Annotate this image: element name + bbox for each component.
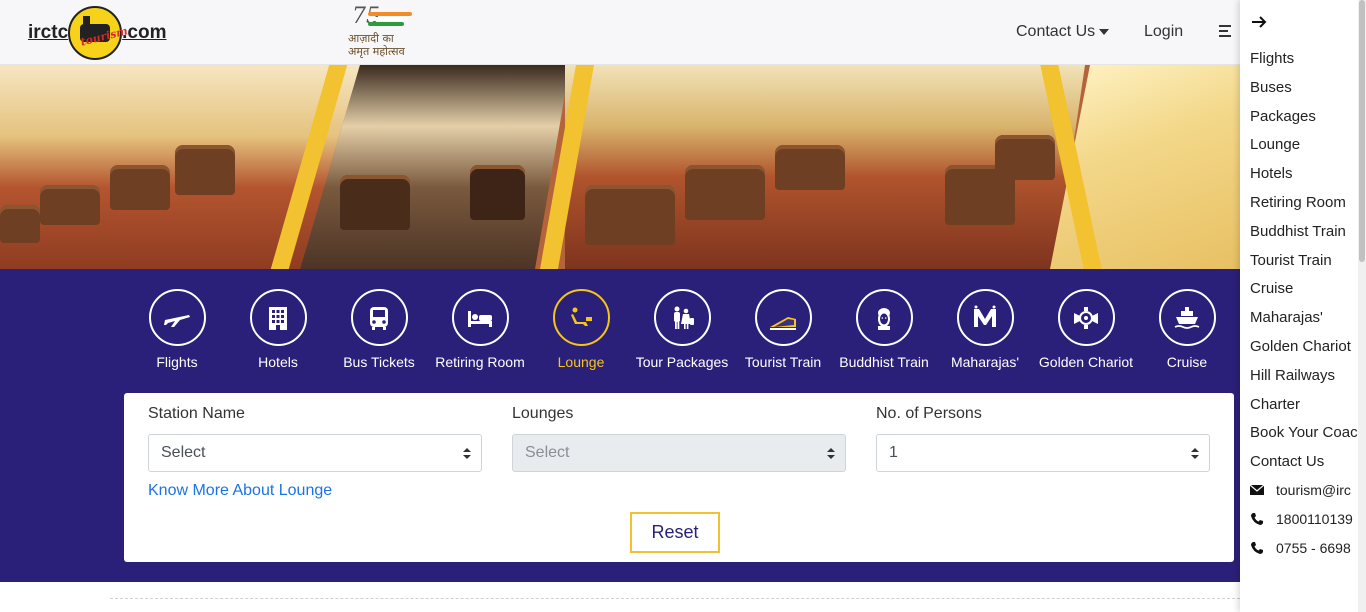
reset-button[interactable]: Reset: [630, 512, 720, 553]
service-label: Hotels: [258, 354, 298, 370]
scrollbar-thumb[interactable]: [1359, 0, 1365, 262]
lounges-label: Lounges: [512, 405, 574, 422]
top-navbar: irctc tourism .com 75 आज़ादी का अमृत महो…: [0, 0, 1240, 65]
side-item-flights[interactable]: Flights: [1250, 50, 1294, 67]
know-more-about-lounge-link[interactable]: Know More About Lounge: [148, 482, 332, 500]
select-arrows-icon: [463, 448, 471, 460]
side-item-charter[interactable]: Charter: [1250, 396, 1300, 413]
service-cruise[interactable]: Cruise: [1137, 289, 1237, 370]
train-icon: [754, 289, 812, 346]
maharajas-emblem-icon: [956, 289, 1014, 346]
persons-label: No. of Persons: [876, 405, 982, 422]
side-phone-2[interactable]: 0755 - 6698: [1250, 540, 1351, 556]
logo-left-text: irctc: [28, 22, 69, 43]
bus-icon: [350, 289, 408, 346]
side-item-lounge[interactable]: Lounge: [1250, 136, 1300, 153]
side-item-cruise[interactable]: Cruise: [1250, 280, 1293, 297]
phone-icon: [1251, 513, 1263, 525]
side-item-buses[interactable]: Buses: [1250, 79, 1292, 96]
phone-icon: [1251, 542, 1263, 554]
select-arrows-icon: [827, 448, 835, 460]
lounge-banner-image: [0, 65, 1240, 269]
side-item-book-your-coach[interactable]: Book Your Coac: [1250, 424, 1358, 441]
ship-icon: [1158, 289, 1216, 346]
azadi-ka-amrit-mahotsav-logo: 75 आज़ादी का अमृत महोत्सव: [346, 4, 424, 60]
menu-icon[interactable]: [1219, 25, 1235, 39]
contact-us-label: Contact Us: [1016, 23, 1096, 40]
side-item-hill-railways[interactable]: Hill Railways: [1250, 367, 1335, 384]
side-item-golden-chariot[interactable]: Golden Chariot: [1250, 338, 1351, 355]
select-arrows-icon: [1191, 448, 1199, 460]
service-maharajas[interactable]: Maharajas': [935, 289, 1035, 370]
service-label: Flights: [156, 354, 198, 370]
lounge-icon: [552, 289, 610, 346]
envelope-icon: [1250, 484, 1264, 495]
page: irctc tourism .com 75 आज़ादी का अमृत महो…: [0, 0, 1366, 612]
service-tourist-train[interactable]: Tourist Train: [733, 289, 833, 370]
service-label: Cruise: [1166, 354, 1208, 370]
arrow-right-icon[interactable]: [1250, 12, 1268, 32]
service-flights[interactable]: Flights: [127, 289, 227, 370]
service-label: Retiring Room: [435, 354, 525, 370]
service-golden-chariot[interactable]: Golden Chariot: [1036, 289, 1136, 370]
irctc-tourism-logo[interactable]: irctc tourism .com: [28, 6, 167, 60]
side-email[interactable]: tourism@irc: [1250, 482, 1351, 498]
side-item-packages[interactable]: Packages: [1250, 108, 1316, 125]
side-item-buddhist-train[interactable]: Buddhist Train: [1250, 223, 1346, 240]
service-hotels[interactable]: Hotels: [228, 289, 328, 370]
flag-swoosh-icon: [368, 12, 412, 26]
side-item-retiring-room[interactable]: Retiring Room: [1250, 194, 1346, 211]
logo-right-text: .com: [122, 22, 167, 43]
chariot-emblem-icon: [1057, 289, 1115, 346]
service-label: Tour Packages: [635, 354, 729, 370]
service-label: Bus Tickets: [343, 354, 415, 370]
logo-badge-icon: tourism: [68, 6, 129, 60]
section-divider: [110, 598, 1240, 599]
side-item-maharajas[interactable]: Maharajas': [1250, 309, 1323, 326]
station-name-select[interactable]: Select: [148, 434, 482, 472]
service-label: Lounge: [557, 354, 605, 370]
service-label: Tourist Train: [744, 354, 822, 370]
service-bus-tickets[interactable]: Bus Tickets: [329, 289, 429, 370]
services-panel: Flights Hotels Bus Tickets Retiring Room…: [0, 269, 1240, 582]
service-label: Buddhist Train: [839, 354, 929, 370]
station-name-label: Station Name: [148, 405, 245, 422]
login-link[interactable]: Login: [1144, 23, 1183, 41]
side-item-contact-us[interactable]: Contact Us: [1250, 453, 1324, 470]
service-tour-packages[interactable]: Tour Packages: [632, 289, 732, 370]
contact-us-dropdown[interactable]: Contact Us: [1016, 23, 1110, 41]
lounge-booking-form: Station Name Select Lounges Select No. o…: [124, 393, 1234, 562]
service-label: Maharajas': [950, 354, 1020, 370]
family-icon: [653, 289, 711, 346]
service-buddhist-train[interactable]: Buddhist Train: [834, 289, 934, 370]
azadi-caption: आज़ादी का अमृत महोत्सव: [348, 32, 405, 58]
lounges-select[interactable]: Select: [512, 434, 846, 472]
side-menu-panel: Flights Buses Packages Lounge Hotels Ret…: [1240, 0, 1366, 612]
side-item-tourist-train[interactable]: Tourist Train: [1250, 252, 1332, 269]
bed-icon: [451, 289, 509, 346]
service-lounge[interactable]: Lounge: [531, 289, 631, 370]
service-label: Golden Chariot: [1038, 354, 1134, 370]
service-retiring-room[interactable]: Retiring Room: [430, 289, 530, 370]
plane-icon: [148, 289, 206, 346]
buddha-icon: [855, 289, 913, 346]
hotel-icon: [249, 289, 307, 346]
persons-select[interactable]: 1: [876, 434, 1210, 472]
caret-down-icon: [1099, 29, 1110, 35]
side-phone-1[interactable]: 1800110139: [1250, 511, 1353, 527]
side-item-hotels[interactable]: Hotels: [1250, 165, 1293, 182]
